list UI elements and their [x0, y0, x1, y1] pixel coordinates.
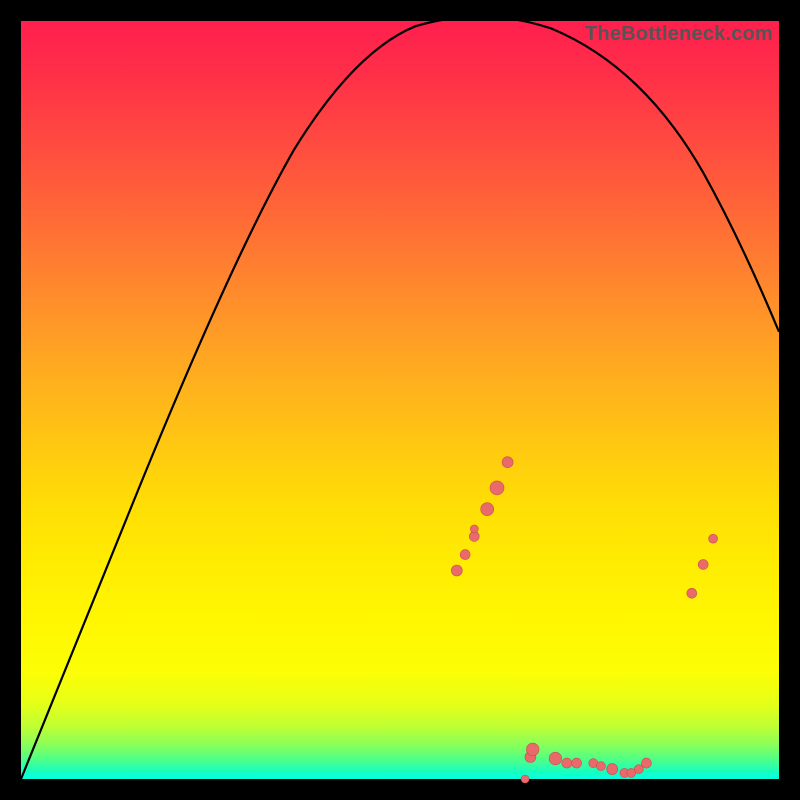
data-point	[596, 762, 605, 771]
data-point	[572, 758, 582, 768]
data-point	[490, 481, 504, 495]
data-point	[549, 752, 562, 765]
data-point	[641, 758, 651, 768]
highlighted-points-group	[451, 457, 717, 783]
data-point	[502, 457, 513, 468]
data-point	[451, 565, 462, 576]
data-point	[470, 525, 478, 533]
data-point	[709, 534, 718, 543]
data-point	[687, 588, 697, 598]
chart-plot-area: TheBottleneck.com	[21, 21, 779, 779]
data-point	[562, 758, 572, 768]
data-point	[607, 764, 618, 775]
data-point	[698, 560, 708, 570]
bottleneck-curve	[21, 17, 779, 779]
data-point	[460, 550, 470, 560]
chart-svg	[21, 21, 779, 779]
data-point	[521, 775, 529, 783]
data-point	[481, 503, 494, 516]
data-point	[526, 743, 539, 756]
